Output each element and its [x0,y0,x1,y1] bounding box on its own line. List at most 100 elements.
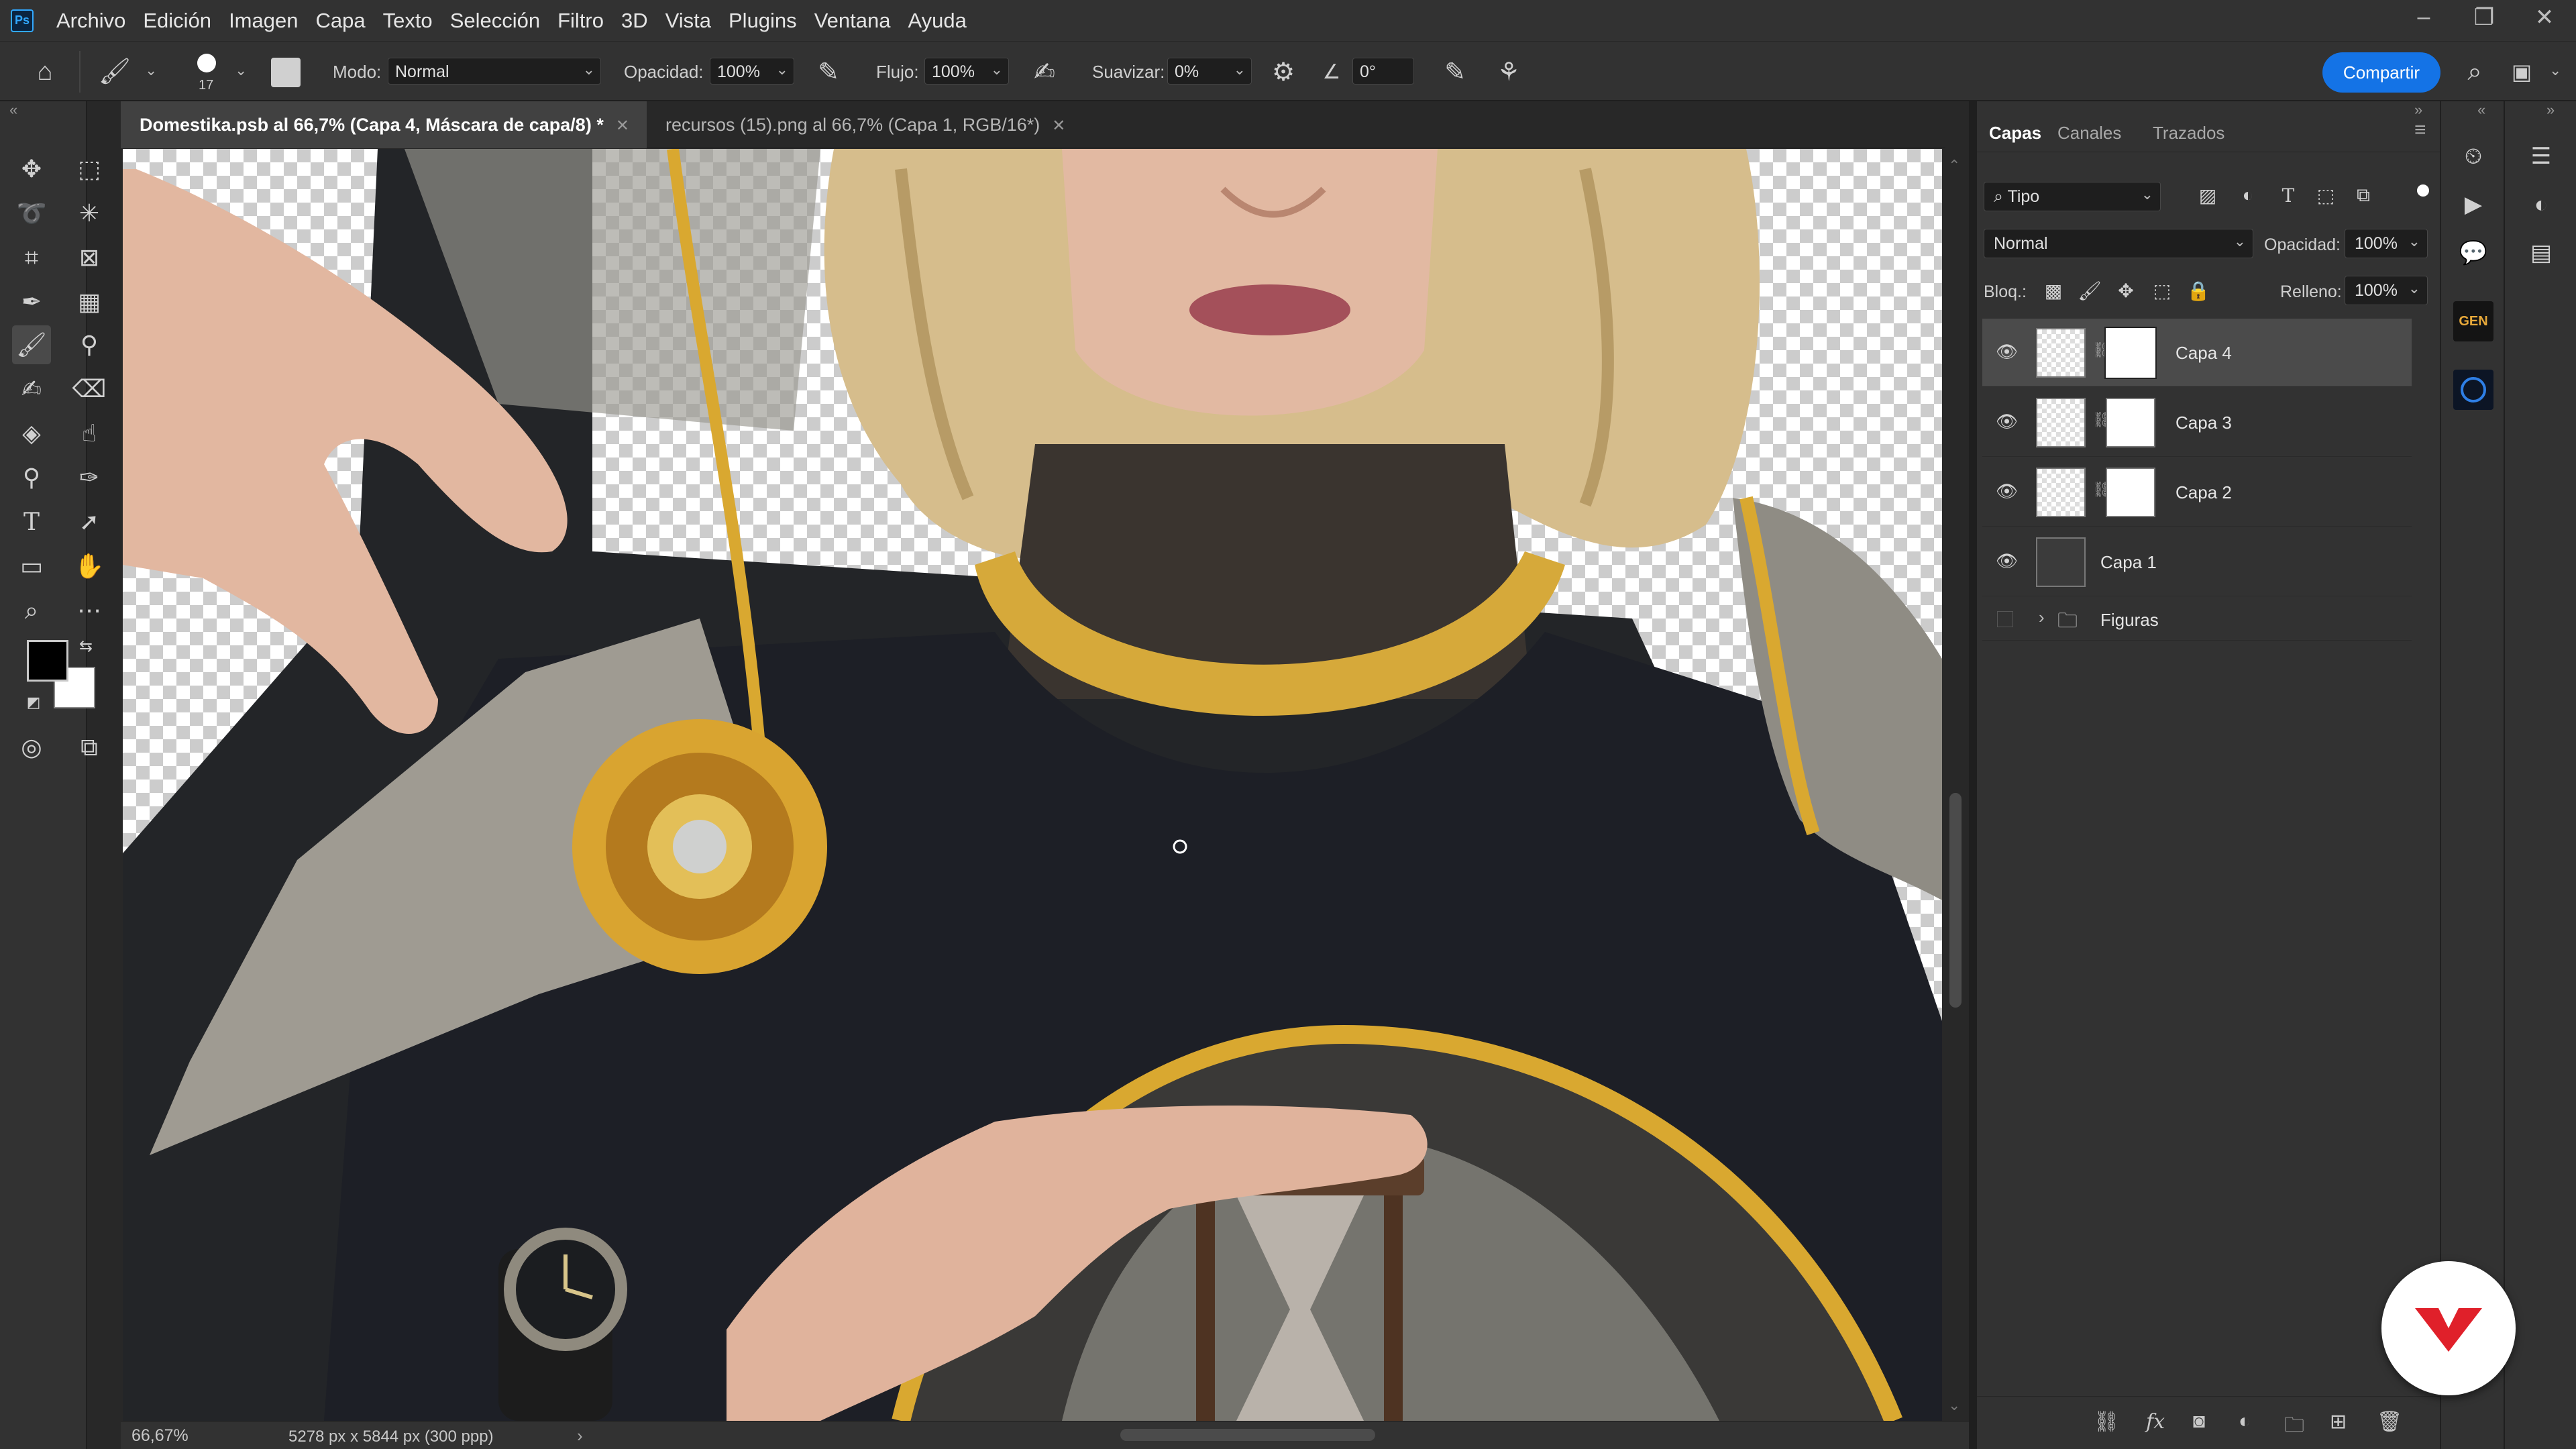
menu-texto[interactable]: Texto [383,9,450,33]
add-mask-icon[interactable]: ◙ [2193,1410,2205,1433]
menu-edicion[interactable]: Edición [143,9,229,33]
chevron-down-icon[interactable]: ⌄ [145,62,157,79]
eyedropper-icon[interactable]: ✒ [12,282,51,321]
foreground-color[interactable] [27,640,68,682]
lock-pixels-icon[interactable]: 🖌 [2078,280,2102,302]
layer-row-figuras[interactable]: › 🗀 Figuras [1982,598,2412,641]
pressure-size-icon[interactable]: ✎ [1440,56,1470,87]
layer-name[interactable]: Capa 4 [2176,343,2232,364]
pen-tool-icon[interactable]: ✑ [70,458,109,497]
visibility-eye-icon[interactable]: 👁 [1996,411,2018,432]
opacity-field[interactable]: 100% ⌄ [710,58,794,85]
new-group-icon[interactable]: 🗀 [2284,1410,2304,1444]
tab-capas[interactable]: Capas [1989,123,2041,144]
lock-all-icon[interactable]: 🔒 [2186,280,2210,302]
layer-name[interactable]: Capa 1 [2100,552,2157,573]
menu-vista[interactable]: Vista [665,9,729,33]
close-icon[interactable]: ✕ [2533,4,2556,31]
group-name[interactable]: Figuras [2100,610,2159,631]
workspace-icon[interactable]: ▣ [2506,56,2537,87]
close-tab-icon[interactable]: ✕ [616,117,629,135]
properties-icon[interactable]: ☰ [2522,138,2560,175]
stamp-tool-icon[interactable]: ⚲ [70,325,109,364]
fill-field[interactable]: 100% ⌄ [2345,276,2428,305]
adjustment-filter-icon[interactable]: ◐ [2236,184,2260,206]
collapse-icon[interactable]: » [2546,101,2555,119]
mode-select[interactable]: Normal ⌄ [388,58,601,85]
spot-heal-icon[interactable]: ▦ [70,282,109,321]
magic-wand-icon[interactable]: ✳ [70,194,109,233]
eraser-icon[interactable]: ⌫ [70,370,109,409]
tab-canales[interactable]: Canales [2057,123,2121,144]
image-filter-icon[interactable]: ▨ [2196,184,2220,207]
comments-icon[interactable]: 💬 [2455,234,2492,272]
new-layer-icon[interactable]: ⊞ [2330,1410,2347,1434]
libraries-icon[interactable]: ▤ [2522,234,2560,272]
gear-icon[interactable]: ⚙ [1268,56,1299,87]
horizontal-scroll-thumb[interactable] [1120,1429,1375,1441]
tab-recursos[interactable]: recursos (15).png al 66,7% (Capa 1, RGB/… [647,101,1224,148]
paint-bucket-icon[interactable]: ◈ [12,414,51,453]
smart-object-filter-icon[interactable]: ⧉ [2351,184,2375,207]
home-icon[interactable]: ⌂ [30,56,60,87]
menu-ayuda[interactable]: Ayuda [908,9,983,33]
menu-3d[interactable]: 3D [621,9,665,33]
brush-settings-icon[interactable] [271,58,301,87]
brush-tip-icon[interactable] [197,54,216,72]
dodge-icon[interactable]: ⚲ [12,458,51,497]
hand-tool-icon[interactable]: ✋ [70,547,109,586]
fx-icon[interactable]: fx [2146,1410,2165,1434]
history-icon[interactable]: ⏲ [2455,138,2492,175]
more-tools-icon[interactable]: ⋯ [70,591,109,630]
frame-tool-icon[interactable]: ⊠ [70,238,109,277]
menu-ventana[interactable]: Ventana [814,9,908,33]
menu-imagen[interactable]: Imagen [229,9,315,33]
ring-plugin-icon[interactable] [2453,370,2493,410]
panel-menu-icon[interactable]: ≡ [2414,119,2426,142]
chevron-down-icon[interactable]: ⌄ [2549,62,2561,79]
restore-icon[interactable]: ❐ [2473,4,2496,31]
layer-name[interactable]: Capa 2 [2176,482,2232,503]
smudge-icon[interactable]: ☝ [70,414,109,453]
generator-plugin-icon[interactable]: GEN [2453,301,2493,341]
shape-filter-icon[interactable]: ⬚ [2314,184,2338,207]
trash-icon[interactable]: 🗑 [2377,1410,2402,1434]
menu-filtro[interactable]: Filtro [557,9,621,33]
adjustment-layer-icon[interactable]: ◐ [2239,1410,2251,1433]
layer-row-capa-1[interactable]: 👁 Capa 1 [1982,528,2412,596]
visibility-toggle-empty[interactable] [1997,611,2013,627]
zoom-level[interactable]: 66,67% [131,1426,189,1446]
layer-filter-select[interactable]: ⌕ Tipo ⌄ [1984,182,2161,211]
path-select-icon[interactable]: ➚ [70,502,109,541]
visibility-eye-icon[interactable]: 👁 [1996,551,2018,572]
layer-mask-thumbnail[interactable] [2106,398,2155,447]
scroll-up-icon[interactable]: ⌃ [1948,157,1960,174]
link-layers-icon[interactable]: ⛓ [2094,1410,2119,1434]
visibility-eye-icon[interactable]: 👁 [1996,341,2018,362]
default-colors-icon[interactable]: ◩ [20,689,47,716]
document-canvas[interactable] [123,149,1942,1421]
screen-mode-icon[interactable]: ⧉ [70,728,109,767]
vertical-scrollbar[interactable]: ⌃ ⌄ [1943,149,1970,1421]
share-button[interactable]: Compartir [2322,52,2440,93]
layer-mask-thumbnail[interactable] [2106,468,2155,517]
visibility-eye-icon[interactable]: 👁 [1996,481,2018,502]
layer-opacity-field[interactable]: 100% ⌄ [2345,229,2428,258]
history-brush-icon[interactable]: ✍ [12,370,51,409]
pressure-opacity-icon[interactable]: ✎ [813,56,844,87]
lock-position-icon[interactable]: ✥ [2114,280,2138,302]
smoothing-field[interactable]: 0% ⌄ [1167,58,1252,85]
layer-row-capa-2[interactable]: 👁 ⛓ Capa 2 [1982,458,2412,527]
menu-seleccion[interactable]: Selección [450,9,557,33]
blend-mode-select[interactable]: Normal ⌄ [1984,229,2253,258]
lock-artboard-icon[interactable]: ⬚ [2150,280,2174,302]
lock-transparency-icon[interactable]: ▩ [2041,280,2065,302]
menu-archivo[interactable]: Archivo [56,9,143,33]
airbrush-icon[interactable]: ✍ [1029,56,1060,87]
symmetry-icon[interactable]: ⚘ [1493,56,1524,87]
crop-tool-icon[interactable]: ⌗ [12,238,51,277]
tab-trazados[interactable]: Trazados [2153,123,2224,144]
menu-capa[interactable]: Capa [315,9,382,33]
swap-colors-icon[interactable]: ⇆ [72,633,99,659]
actions-play-icon[interactable]: ▶ [2455,186,2492,223]
